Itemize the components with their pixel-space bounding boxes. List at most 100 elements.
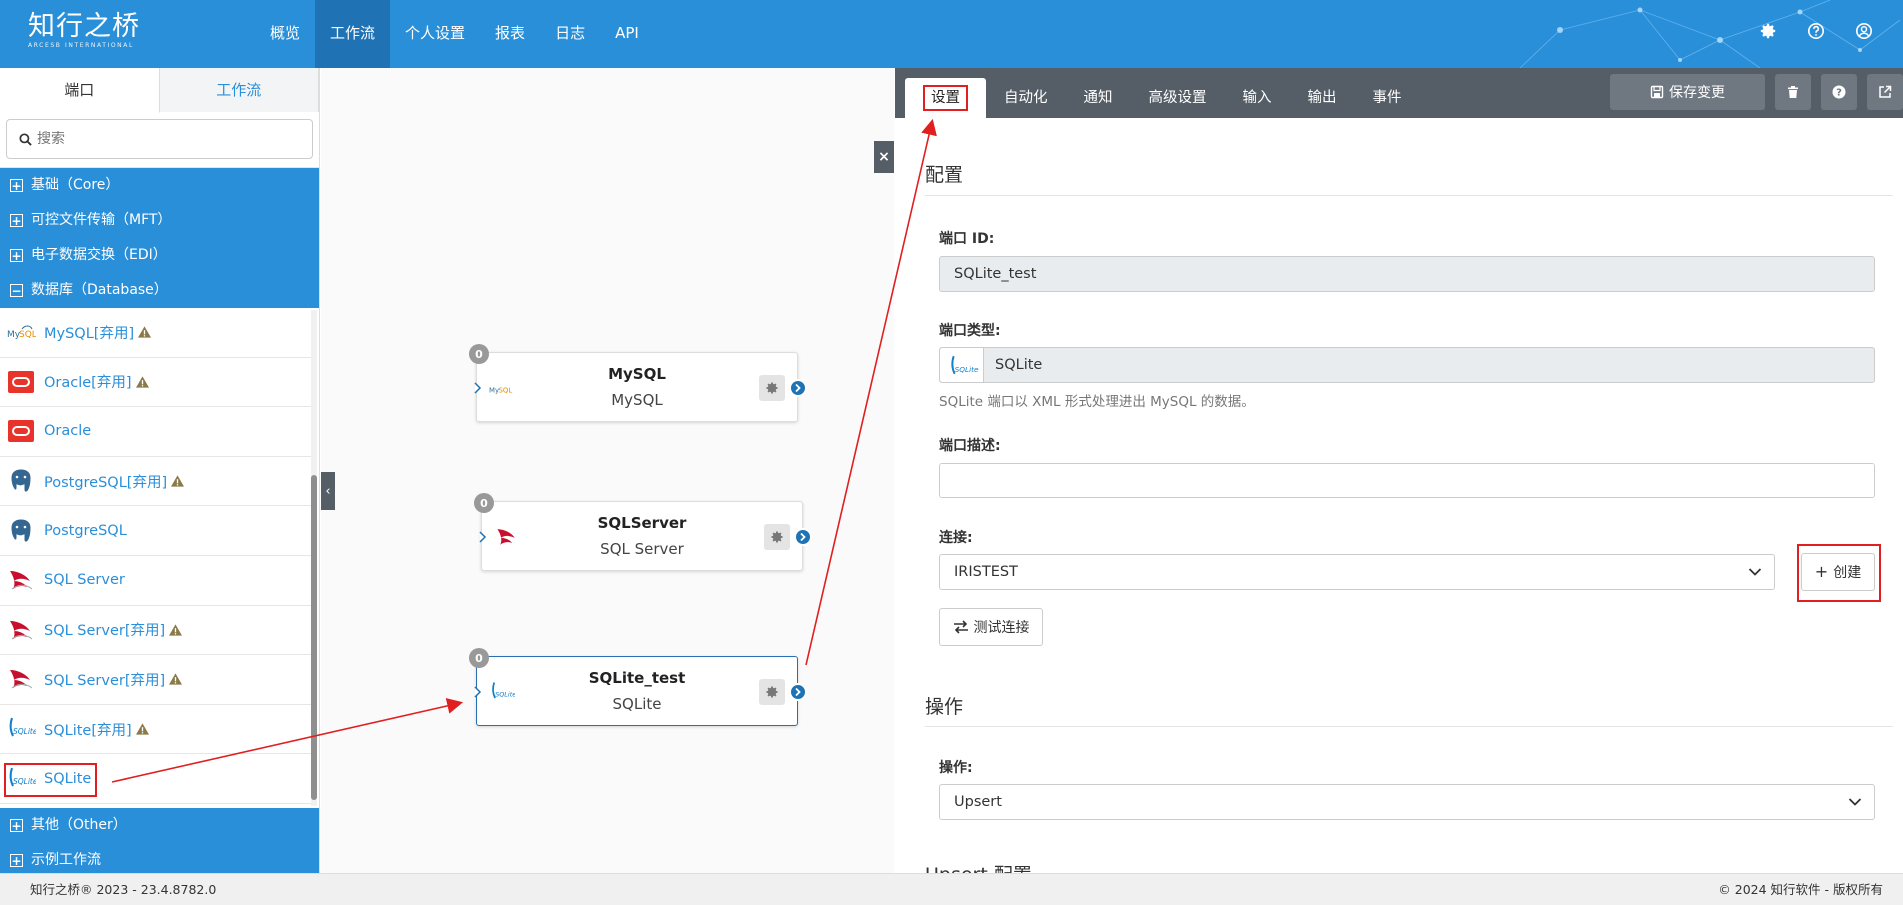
chevron-down-icon (1748, 568, 1762, 576)
category-mft[interactable]: + 可控文件传输（MFT） (0, 203, 319, 238)
tab-workflows[interactable]: 工作流 (159, 68, 319, 112)
nav-item-overview[interactable]: 概览 (255, 0, 315, 68)
section-divider (925, 195, 1893, 196)
search-input[interactable] (37, 131, 297, 147)
node-title: SQLite_test (588, 669, 686, 687)
search-icon (19, 132, 32, 146)
section-divider (925, 726, 1893, 727)
test-connection-button[interactable]: 测试连接 (939, 608, 1043, 646)
action-select[interactable]: Upsert (939, 784, 1875, 820)
category-label: 数据库（Database） (31, 282, 168, 298)
warning-icon (169, 673, 183, 686)
port-settings-panel: 设置 自动化 通知 高级设置 输入 输出 事件 保存变更 ? 配置 端口 ID:… (895, 68, 1903, 873)
output-port-icon[interactable] (794, 528, 812, 546)
category-core[interactable]: + 基础（Core） (0, 168, 319, 203)
list-item[interactable]: SQL Server (0, 556, 312, 606)
postgresql-icon (6, 516, 36, 546)
nav-item-reports[interactable]: 报表 (480, 0, 540, 68)
section-title-operation: 操作 (925, 696, 964, 718)
nav-item-profile[interactable]: 个人设置 (390, 0, 480, 68)
section-title-config: 配置 (925, 164, 964, 186)
tab-ports[interactable]: 端口 (0, 68, 160, 113)
panel-tabs: 设置 自动化 通知 高级设置 输入 输出 事件 (905, 78, 1420, 118)
collapse-icon: − (10, 283, 23, 298)
port-type-field[interactable]: SQLite (939, 347, 1875, 383)
list-item-label: PostgreSQL (44, 522, 127, 539)
help-button[interactable]: ? (1821, 74, 1857, 110)
flow-node-sqlite-test[interactable]: 0 SQLite SQLite_test SQLite (469, 648, 807, 726)
node-subtitle: SQLite (612, 695, 662, 713)
connection-select[interactable]: IRISTEST (939, 554, 1775, 590)
tab-automation[interactable]: 自动化 (986, 78, 1066, 118)
nav-icons (1759, 22, 1873, 40)
nav-item-logs[interactable]: 日志 (540, 0, 600, 68)
section-title-upsert: Upsert 配置 (925, 860, 1032, 873)
tab-input[interactable]: 输入 (1225, 78, 1290, 118)
mysql-icon: My SQL (6, 317, 36, 347)
tab-events[interactable]: 事件 (1355, 78, 1420, 118)
port-id-field[interactable]: SQLite_test (939, 256, 1875, 292)
save-icon (1650, 85, 1664, 99)
tab-advanced[interactable]: 高级设置 (1131, 78, 1225, 118)
list-item[interactable]: PostgreSQL (0, 506, 312, 556)
list-scrollbar[interactable] (311, 310, 317, 806)
svg-text:SQLite: SQLite (955, 365, 979, 374)
save-label: 保存变更 (1669, 85, 1725, 101)
nav-item-api[interactable]: API (600, 0, 654, 68)
message-count-badge: 0 (474, 493, 494, 513)
flow-node-mysql[interactable]: 0 My SQL MySQL MySQL (469, 344, 807, 422)
list-item[interactable]: Oracle (0, 407, 312, 457)
node-title: SQLServer (597, 514, 687, 532)
port-description-textarea[interactable] (939, 463, 1875, 498)
category-database[interactable]: − 数据库（Database） (0, 273, 319, 308)
panel-close-button[interactable]: × (874, 141, 894, 173)
nav-item-workflow[interactable]: 工作流 (315, 0, 391, 68)
tab-notifications[interactable]: 通知 (1066, 78, 1131, 118)
node-subtitle: MySQL (611, 391, 663, 409)
category-label: 可控文件传输（MFT） (31, 212, 172, 228)
gear-icon[interactable] (1759, 22, 1777, 40)
flow-node-sqlserver[interactable]: 0 SQLServer SQL Server (474, 493, 812, 571)
svg-text:SQLite: SQLite (13, 727, 36, 736)
gear-icon[interactable] (759, 679, 785, 705)
workflow-canvas[interactable]: 0 My SQL MySQL MySQL 0 SQLServer SQL Serv… (321, 68, 894, 873)
category-other[interactable]: + 其他（Other） (0, 808, 319, 843)
list-item[interactable]: SQLite SQLite[弃用] (0, 705, 312, 755)
panel-header: 设置 自动化 通知 高级设置 输入 输出 事件 保存变更 ? (895, 68, 1903, 118)
tab-output[interactable]: 输出 (1290, 78, 1355, 118)
output-port-icon[interactable] (789, 683, 807, 701)
help-icon[interactable] (1807, 22, 1825, 40)
delete-button[interactable] (1775, 74, 1811, 110)
gear-icon[interactable] (759, 375, 785, 401)
list-item[interactable]: My SQL MySQL[弃用] (0, 308, 312, 358)
port-type-value: SQLite (995, 357, 1043, 373)
output-port-icon[interactable] (789, 379, 807, 397)
category-edi[interactable]: + 电子数据交换（EDI） (0, 238, 319, 273)
chevron-left-icon: ‹ (325, 483, 331, 499)
help-icon: ? (1832, 85, 1846, 99)
action-value: Upsert (954, 794, 1002, 810)
gear-icon[interactable] (764, 524, 790, 550)
sidebar-collapse-handle[interactable]: ‹ (321, 472, 335, 510)
brand-name: 知行之桥 (28, 11, 140, 42)
tab-settings[interactable]: 设置 (905, 78, 986, 118)
scrollbar-thumb[interactable] (311, 475, 317, 800)
category-label: 基础（Core） (31, 177, 120, 193)
postgresql-icon (6, 466, 36, 496)
list-item-label: SQL Server[弃用] (44, 623, 166, 640)
save-button[interactable]: 保存变更 (1610, 74, 1765, 110)
list-item[interactable]: SQL Server[弃用] (0, 655, 312, 705)
user-icon[interactable] (1855, 22, 1873, 40)
list-item[interactable]: SQL Server[弃用] (0, 606, 312, 656)
connection-value: IRISTEST (954, 564, 1018, 580)
brand-logo[interactable]: 知行之桥 ARCESB INTERNATIONAL (28, 12, 140, 50)
action-label: 操作: (939, 760, 973, 776)
chevron-down-icon (1848, 798, 1862, 806)
message-count-badge: 0 (469, 344, 489, 364)
list-item[interactable]: PostgreSQL[弃用] (0, 457, 312, 507)
connector-list: My SQL MySQL[弃用] Oracle[弃用] Oracle Postgr… (0, 308, 319, 808)
list-item[interactable]: Oracle[弃用] (0, 358, 312, 408)
list-item-label: SQL Server[弃用] (44, 672, 166, 689)
open-external-button[interactable] (1867, 74, 1903, 110)
left-sidebar: 端口 工作流 + 基础（Core） + 可控文件传输（MFT） + 电子数据交换（ED… (0, 68, 320, 878)
